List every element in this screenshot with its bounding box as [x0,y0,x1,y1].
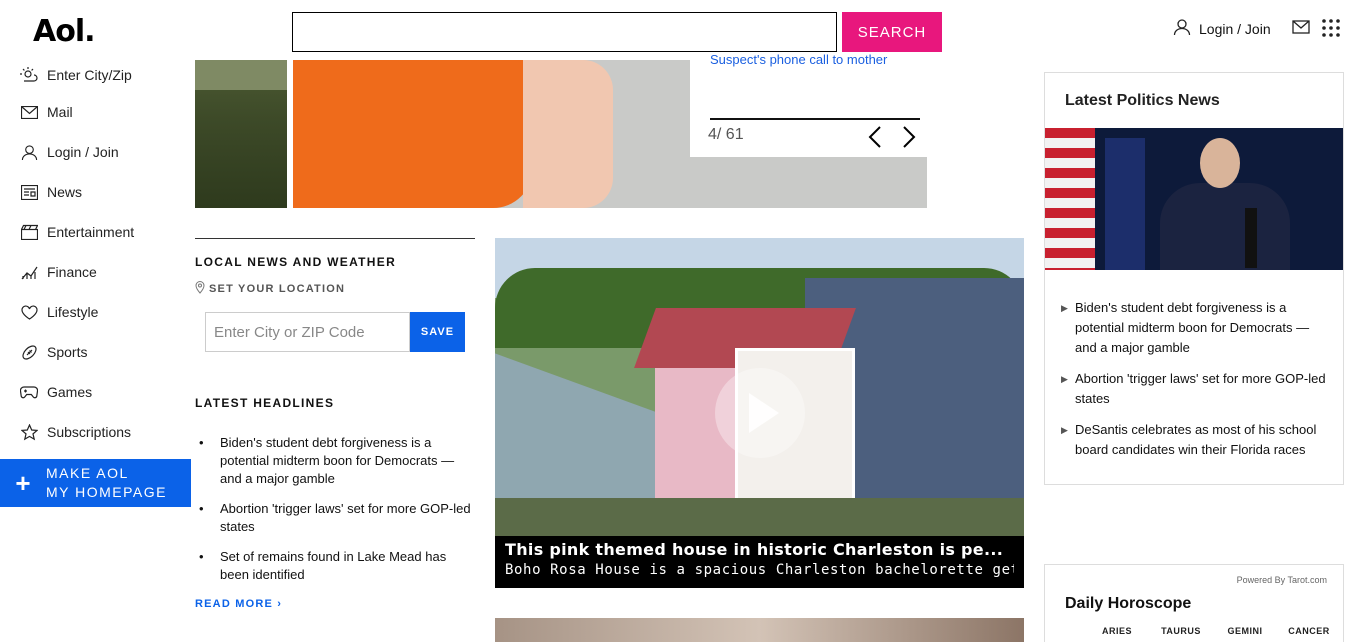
slideshow-prev-thumbnail[interactable] [195,60,287,208]
divider [710,118,920,120]
sidebar-item-games[interactable]: Games [0,372,191,412]
politics-item[interactable]: DeSantis celebrates as most of his schoo… [1061,420,1331,460]
slideshow-counter: 4/ 61 [708,126,744,143]
sidebar-item-sports[interactable]: Sports [0,332,191,372]
aol-logo[interactable]: Aol. [33,14,96,49]
horoscope-title: Daily Horoscope [1065,595,1192,612]
sidebar-item-news[interactable]: News [0,172,191,212]
sidebar-item-label: Games [47,384,93,400]
play-icon[interactable] [715,368,805,458]
horoscope-card: Powered By Tarot.com Daily Horoscope ARI… [1044,564,1344,642]
sign-tab-taurus[interactable]: TAURUS [1149,626,1213,636]
next-story-image[interactable] [495,618,1024,642]
user-icon [20,143,38,161]
sidebar-item-weather[interactable]: Enter City/Zip [0,62,191,88]
video-subtitle: Boho Rosa House is a spacious Charleston… [505,562,1014,578]
chevron-right-icon[interactable] [902,126,916,154]
powered-by-label: Powered By Tarot.com [1236,575,1327,585]
politics-item[interactable]: Abortion 'trigger laws' set for more GOP… [1061,369,1331,409]
sidebar-item-label: Entertainment [47,224,135,240]
gamepad-icon [20,383,38,401]
apps-grid-icon[interactable] [1322,19,1340,42]
make-home-line2: MY HOMEPAGE [46,484,168,500]
make-home-line1: MAKE AOL [46,465,129,481]
politics-item[interactable]: Biden's student debt forgiveness is a po… [1061,298,1331,358]
search-input[interactable] [292,12,837,52]
latest-headlines-section: LATEST HEADLINES Biden's student debt fo… [195,396,475,596]
sidebar-item-subscriptions[interactable]: Subscriptions [0,412,191,452]
mail-icon[interactable] [1292,20,1310,39]
star-icon [20,423,38,441]
sign-tab-gemini[interactable]: GEMINI [1213,626,1277,636]
sign-tab-aries[interactable]: ARIES [1085,626,1149,636]
sidebar-item-finance[interactable]: Finance [0,252,191,292]
header-login-link[interactable]: Login / Join [1173,18,1271,39]
sidebar-item-label: Subscriptions [47,424,132,440]
zip-code-input[interactable] [205,312,410,352]
sidebar-item-entertainment[interactable]: Entertainment [0,212,191,252]
video-player[interactable]: This pink themed house in historic Charl… [495,238,1024,588]
video-caption: This pink themed house in historic Charl… [495,536,1024,588]
clapper-icon [20,223,38,241]
user-icon [1173,18,1191,39]
headline-item[interactable]: Set of remains found in Lake Mead has be… [195,548,475,584]
location-pin-icon [195,281,205,297]
politics-title[interactable]: Latest Politics News [1065,92,1220,110]
set-location-label: SET YOUR LOCATION [209,283,346,295]
sidebar-item-lifestyle[interactable]: Lifestyle [0,292,191,332]
local-news-title: LOCAL NEWS AND WEATHER [195,255,397,269]
sidebar-item-label: Lifestyle [47,304,99,320]
chevron-left-icon[interactable] [868,126,882,154]
save-location-button[interactable]: SAVE [410,312,465,352]
sign-tab-cancer[interactable]: CANCER [1277,626,1341,636]
header-login-label: Login / Join [1199,20,1271,37]
sidebar-item-label: Mail [47,104,73,120]
sidebar-item-mail[interactable]: Mail [0,92,191,132]
sidebar-item-label: Sports [47,344,88,360]
sidebar-item-label: News [47,184,83,200]
politics-news-card: Latest Politics News Biden's student deb… [1044,72,1344,485]
news-icon [20,183,38,201]
chart-icon [20,263,38,281]
sidebar-item-login[interactable]: Login / Join [0,132,191,172]
sidebar-nav: Enter City/Zip Mail Login / Join News En… [0,62,191,452]
set-location-link[interactable]: SET YOUR LOCATION [195,281,475,297]
football-icon [20,343,38,361]
headline-item[interactable]: Biden's student debt forgiveness is a po… [195,434,475,488]
latest-headlines-title: LATEST HEADLINES [195,396,335,410]
weather-icon [20,66,38,84]
plus-icon: + [15,467,31,498]
politics-image[interactable] [1045,128,1343,270]
sidebar-item-label: Enter City/Zip [47,67,132,83]
read-more-link[interactable]: READ MORE › [195,598,282,610]
sidebar-item-label: Finance [47,264,97,280]
headline-item[interactable]: Abortion 'trigger laws' set for more GOP… [195,500,475,536]
video-title[interactable]: This pink themed house in historic Charl… [505,540,1014,559]
local-news-section: LOCAL NEWS AND WEATHER SET YOUR LOCATION… [195,238,475,352]
mail-icon [20,103,38,121]
make-homepage-button[interactable]: + MAKE AOL MY HOMEPAGE [0,459,191,507]
slideshow-caption-link[interactable]: Suspect's phone call to mother [710,52,887,67]
slideshow-caption: Suspect's phone call to mother 4/ 61 [690,52,927,157]
search-button[interactable]: SEARCH [842,12,942,52]
sidebar-item-label: Login / Join [47,144,119,160]
heart-icon [20,303,38,321]
